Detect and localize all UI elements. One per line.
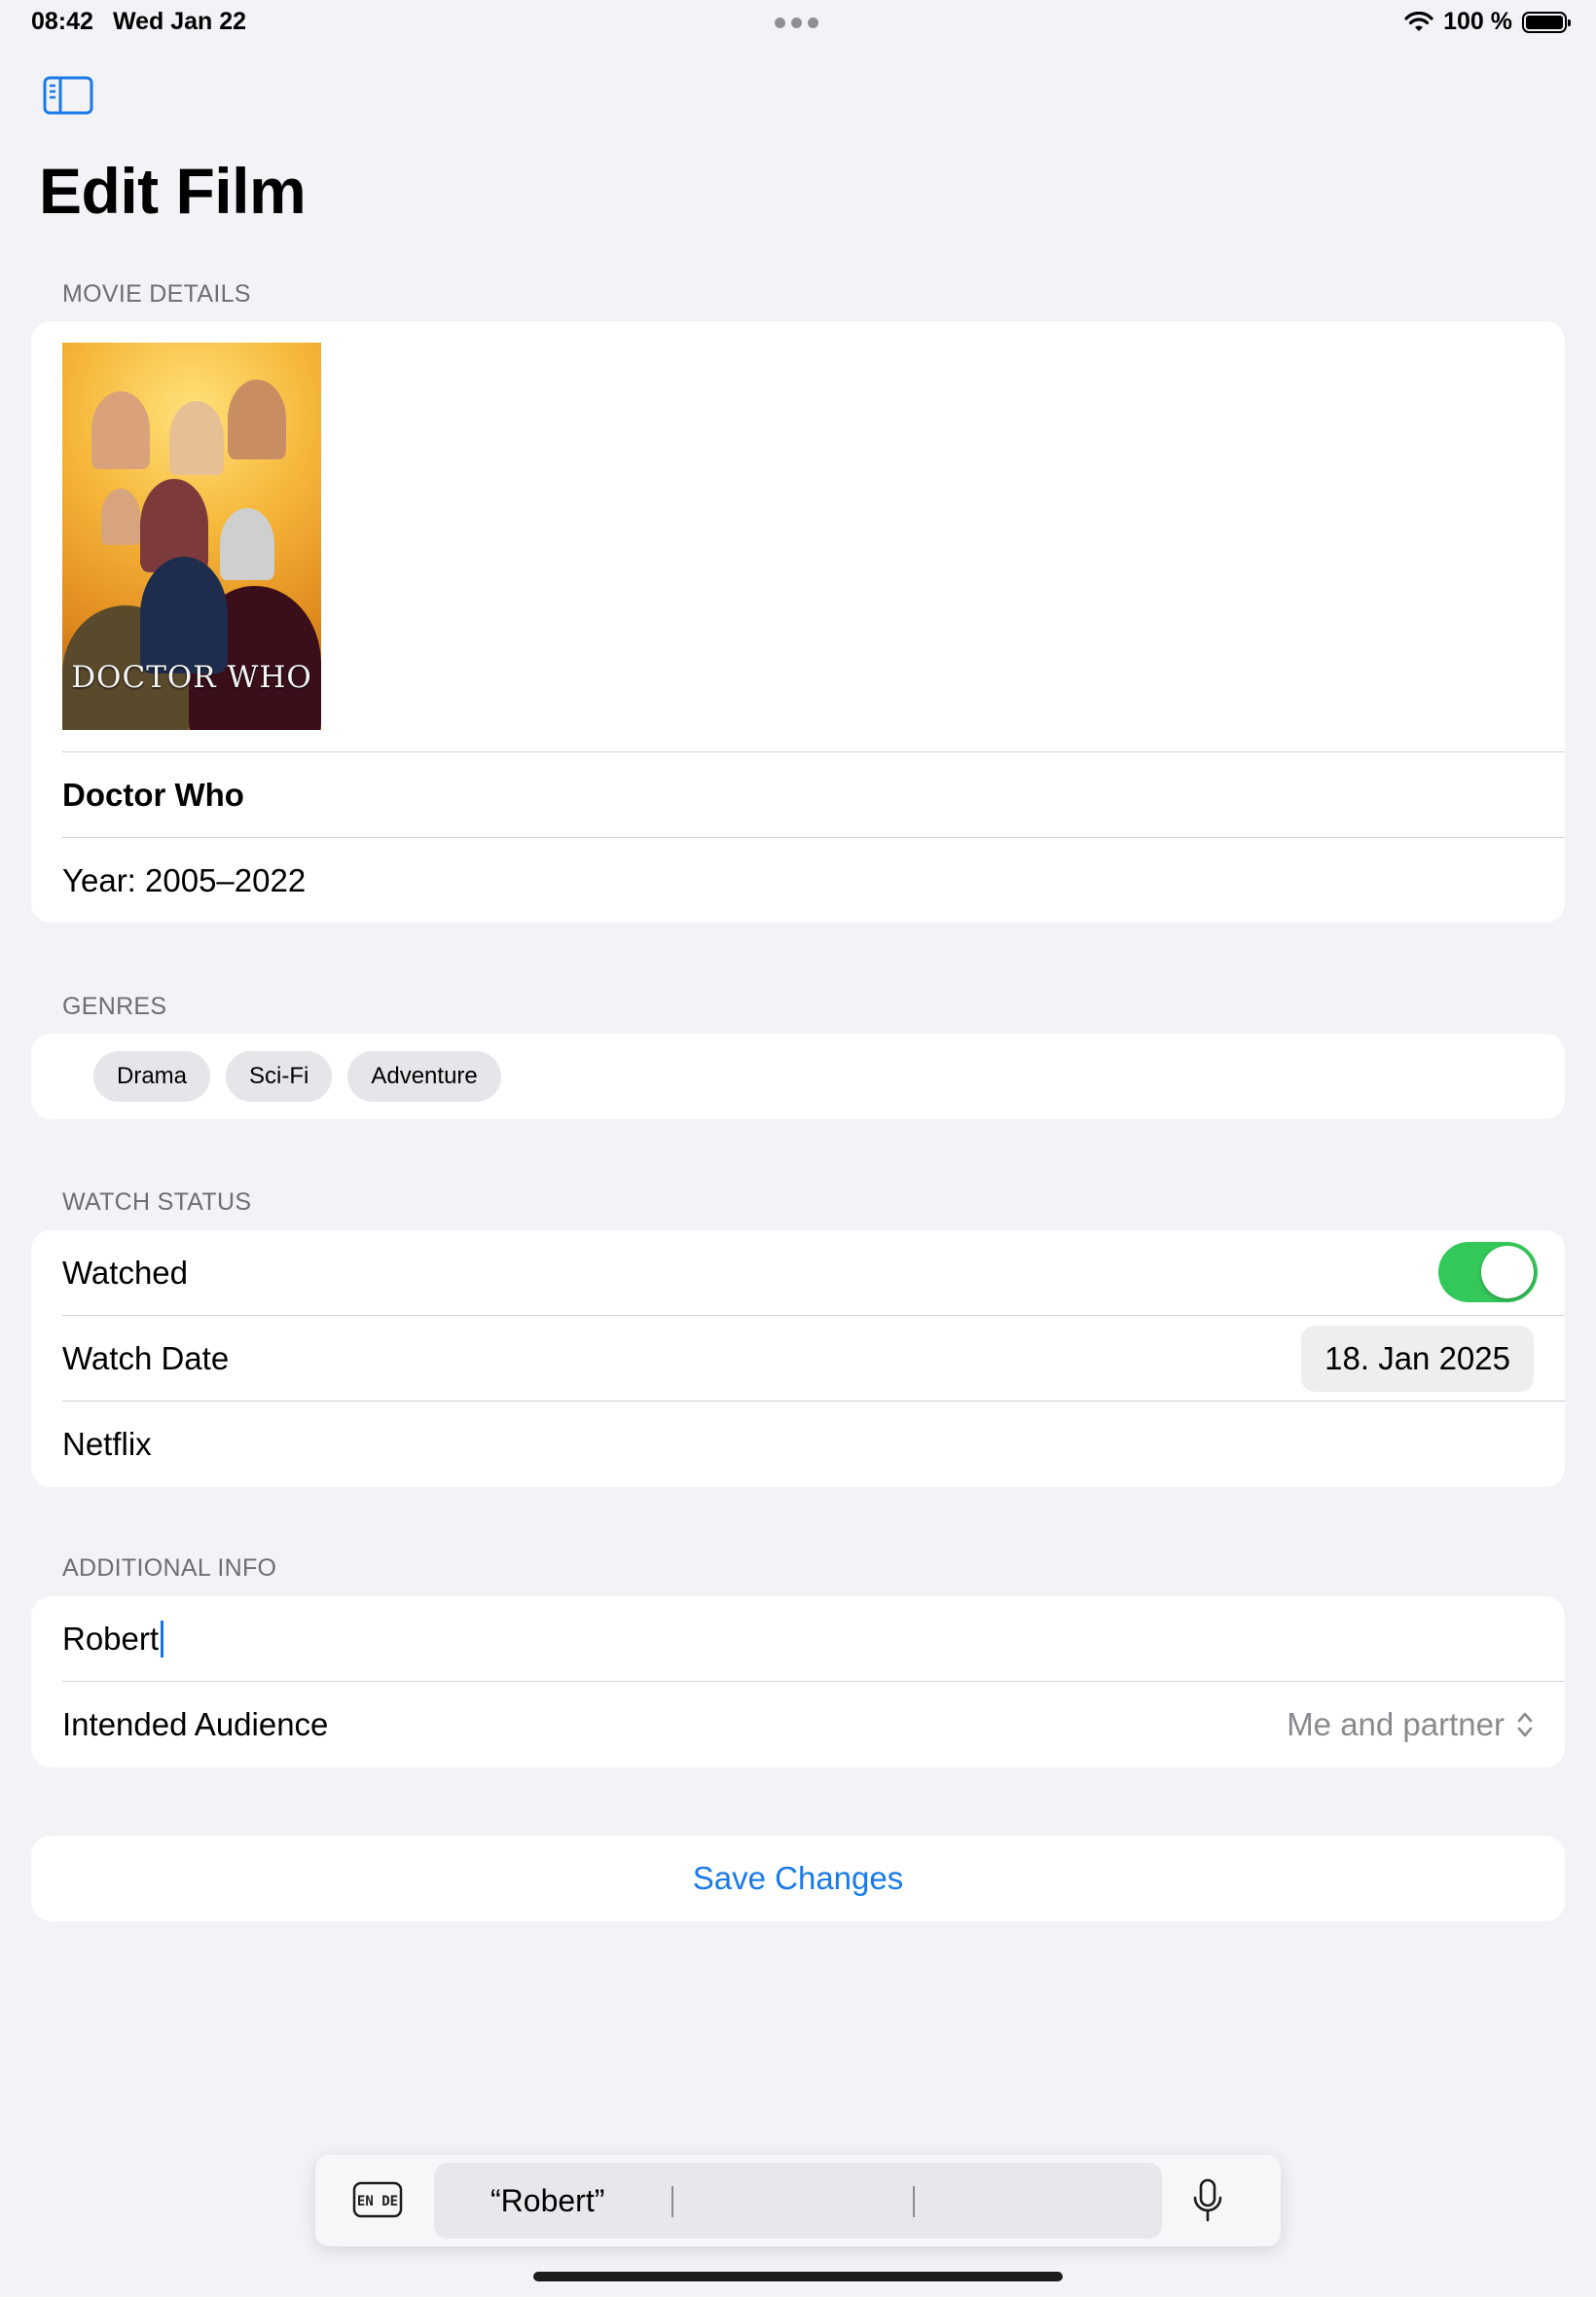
genre-chip[interactable]: Adventure — [347, 1051, 501, 1102]
battery-percent: 100 % — [1443, 8, 1512, 35]
movie-title: Doctor Who — [62, 776, 244, 813]
audience-value: Me and partner — [1287, 1706, 1505, 1742]
multitasking-dots-icon[interactable] — [775, 18, 818, 28]
wifi-icon — [1404, 11, 1433, 31]
watch-date-label: Watch Date — [62, 1339, 230, 1376]
text-cursor — [161, 1620, 164, 1658]
section-header-movie-details: MOVIE DETAILS — [62, 280, 251, 308]
suggestion-divider — [913, 2186, 915, 2217]
note-input-value: Robert — [62, 1620, 160, 1657]
audience-label: Intended Audience — [62, 1706, 329, 1742]
section-header-additional-info: ADDITIONAL INFO — [62, 1554, 277, 1582]
suggestion-word[interactable]: “Robert” — [490, 2163, 604, 2239]
audience-picker[interactable]: Me and partner — [1287, 1682, 1534, 1768]
keyboard-shortcut-bar: EN DE “Robert” — [315, 2155, 1281, 2246]
page-title: Edit Film — [39, 155, 307, 227]
status-date: Wed Jan 22 — [112, 8, 247, 35]
save-card: Save Changes — [31, 1836, 1565, 1921]
suggestion-divider — [671, 2186, 673, 2217]
watched-label: Watched — [62, 1254, 189, 1291]
toggle-knob — [1481, 1246, 1534, 1298]
movie-details-card: DOCTOR WHO Doctor Who Year: 2005–2022 — [31, 321, 1565, 923]
chevron-up-down-icon — [1517, 1712, 1533, 1737]
poster-logo: DOCTOR WHO — [71, 660, 312, 695]
movie-year: Year: 2005–2022 — [62, 861, 307, 898]
additional-info-card: Robert Intended Audience Me and partner — [31, 1596, 1565, 1768]
movie-poster[interactable]: DOCTOR WHO — [62, 343, 321, 730]
section-header-watch-status: WATCH STATUS — [62, 1188, 252, 1216]
battery-icon — [1522, 11, 1571, 33]
genre-chip[interactable]: Sci-Fi — [226, 1051, 333, 1102]
suggestion-bar: “Robert” — [434, 2163, 1162, 2239]
status-time: 08:42 — [31, 8, 93, 35]
watched-toggle[interactable] — [1438, 1242, 1538, 1302]
watched-row: Watched — [31, 1230, 1565, 1315]
microphone-icon[interactable] — [1191, 2178, 1224, 2223]
genre-chip-list: Drama Sci-Fi Adventure — [31, 1051, 501, 1102]
watch-date-picker[interactable]: 18. Jan 2025 — [1301, 1326, 1534, 1392]
save-changes-button[interactable]: Save Changes — [687, 1859, 909, 1898]
sidebar-toggle-icon[interactable] — [43, 76, 93, 115]
platform-field[interactable]: Netflix — [31, 1402, 1565, 1487]
svg-text:EN DE: EN DE — [357, 2194, 398, 2209]
status-bar-right: 100 % — [1404, 8, 1571, 36]
section-header-genres: GENRES — [62, 993, 167, 1020]
watch-status-card: Watched Watch Date 18. Jan 2025 Netflix — [31, 1230, 1565, 1487]
status-bar-left: 08:42 Wed Jan 22 — [31, 8, 246, 36]
genres-card: Drama Sci-Fi Adventure — [31, 1034, 1565, 1119]
note-input[interactable]: Robert — [31, 1596, 1565, 1681]
genre-chip[interactable]: Drama — [93, 1051, 211, 1102]
home-indicator[interactable] — [533, 2272, 1063, 2281]
keyboard-language-icon[interactable]: EN DE — [352, 2181, 403, 2218]
